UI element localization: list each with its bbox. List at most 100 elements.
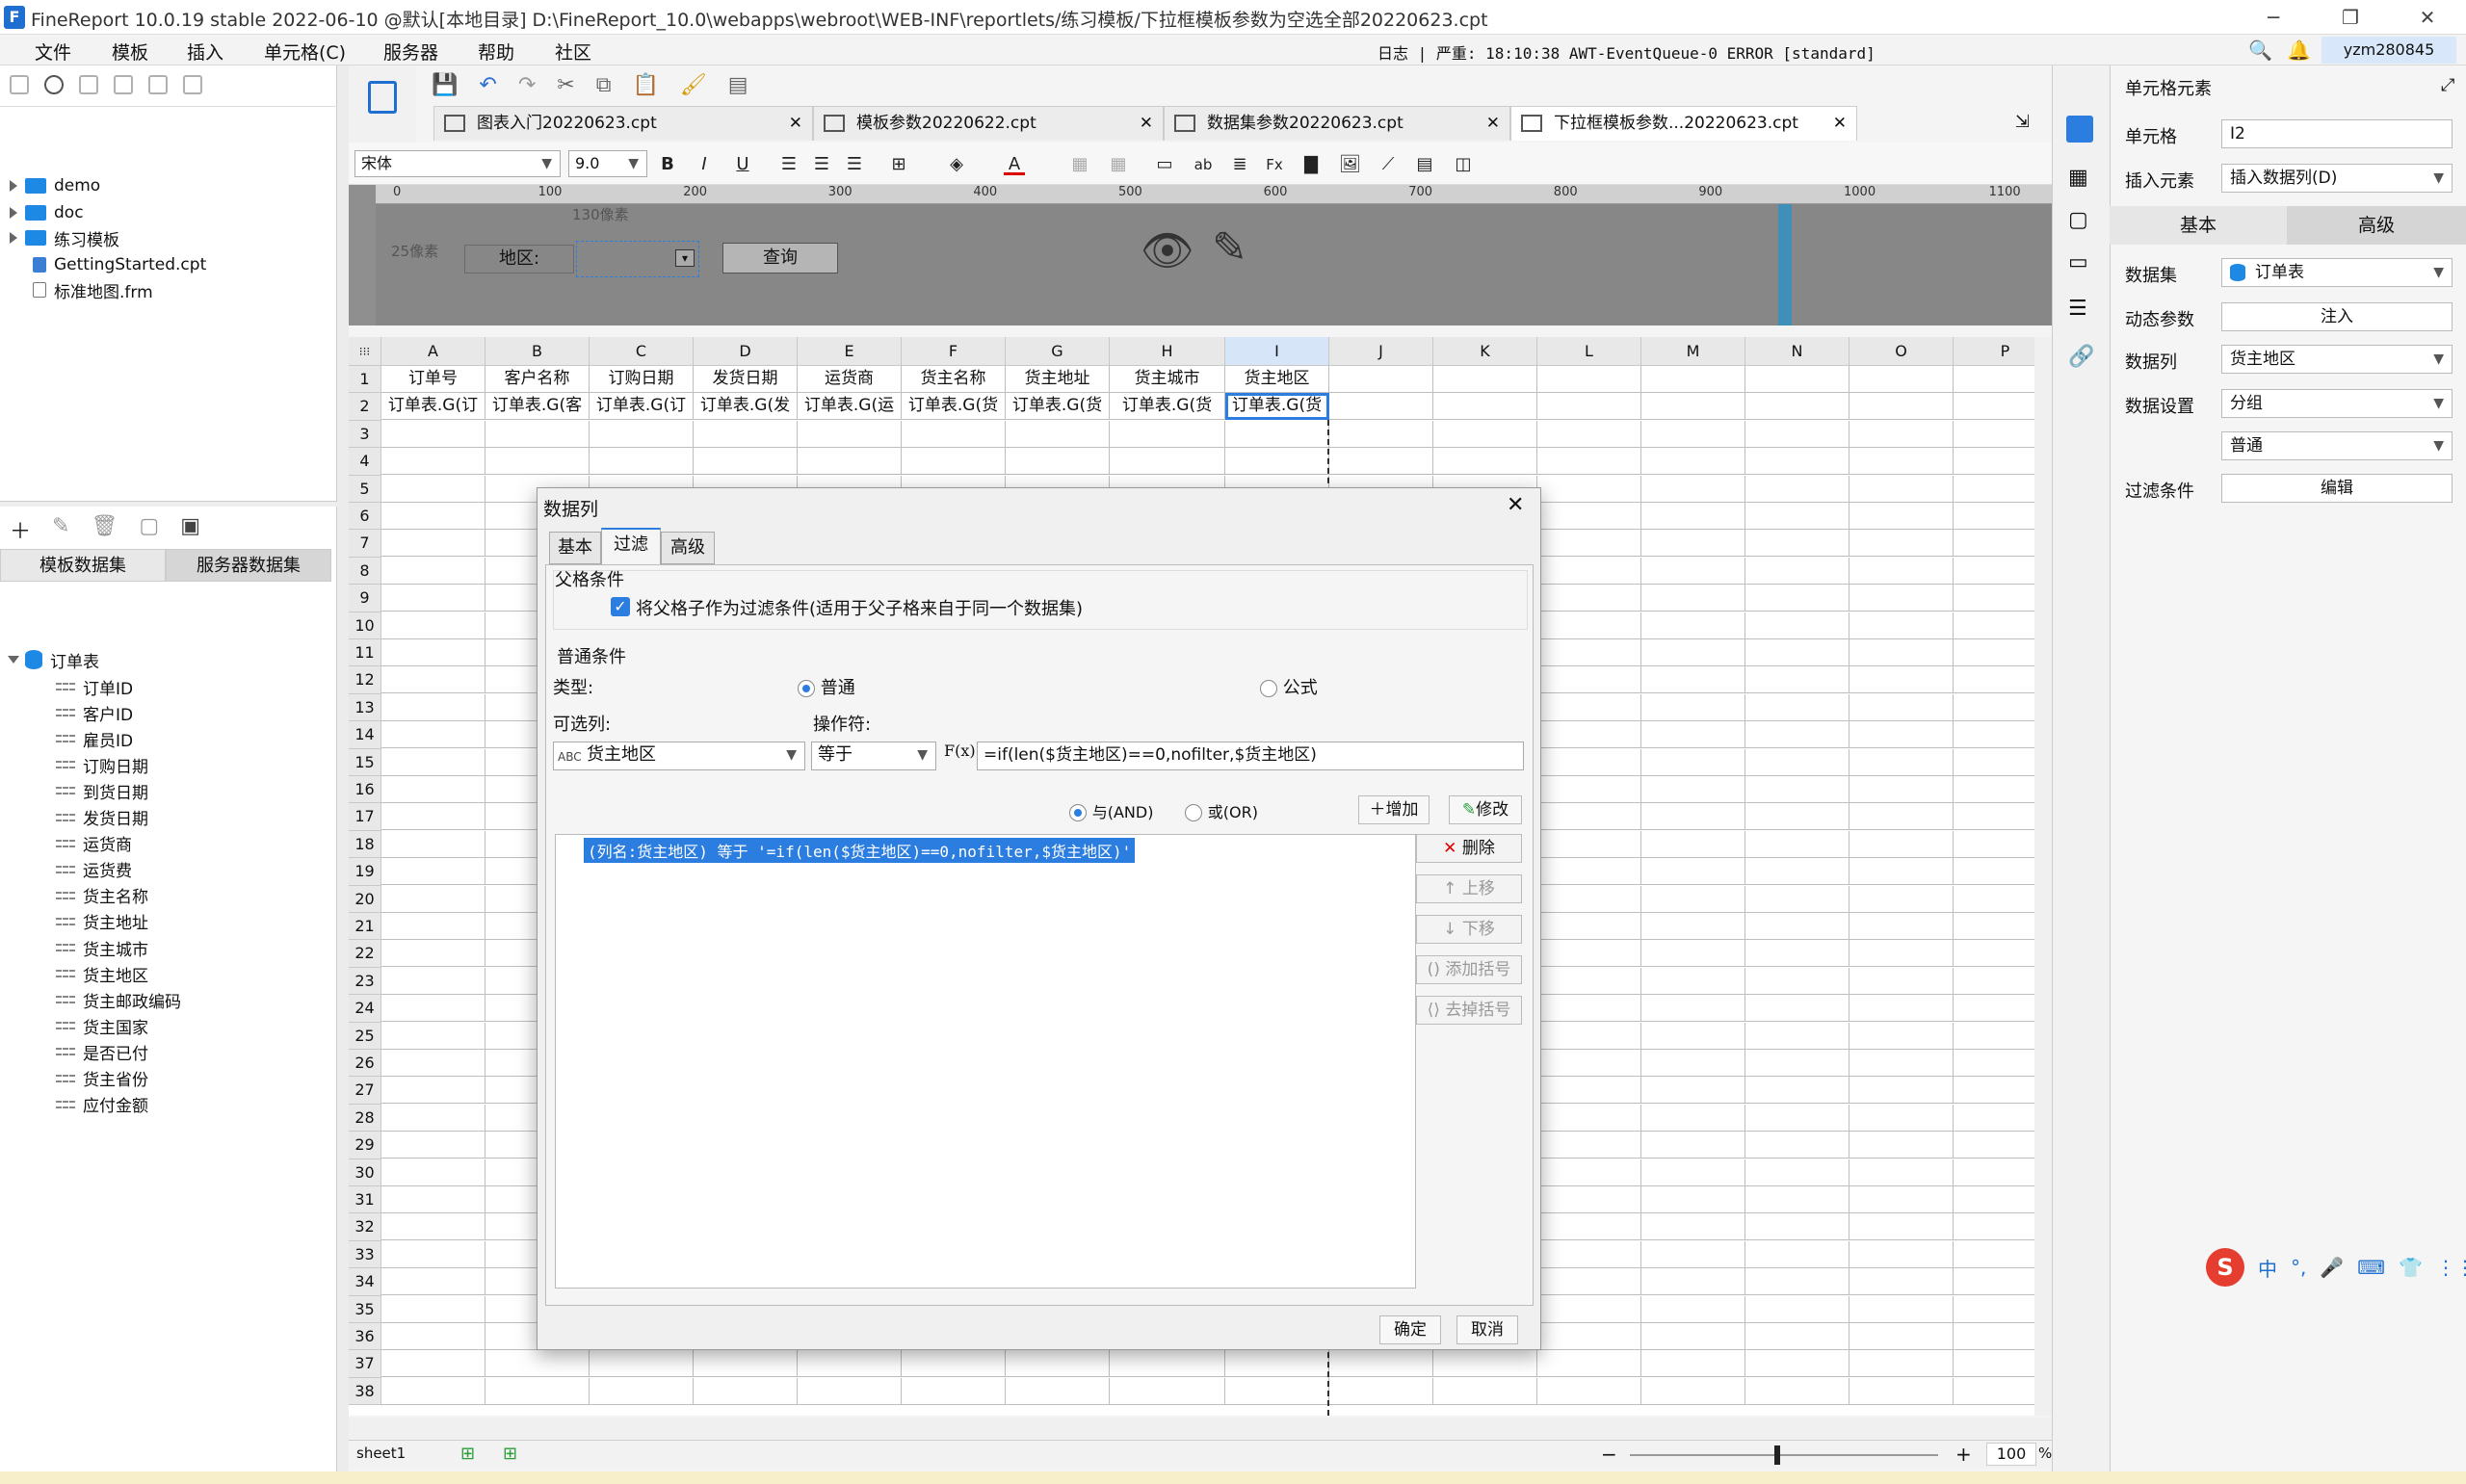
row-header[interactable]: 38: [349, 1377, 381, 1406]
dataset-node[interactable]: 订单表: [8, 647, 99, 672]
grid-cell[interactable]: 订单表.G(客: [485, 393, 590, 421]
delete-condition-button[interactable]: ✕ 删除: [1416, 834, 1522, 863]
grid-cell[interactable]: [1329, 1350, 1433, 1378]
row-header[interactable]: 30: [349, 1159, 381, 1186]
dataset-field[interactable]: 货主城市: [56, 935, 148, 960]
grid-cell[interactable]: [1537, 1077, 1641, 1105]
grid-cell[interactable]: [1745, 1077, 1850, 1105]
sql-icon[interactable]: ▣: [180, 514, 200, 545]
delete-icon[interactable]: [148, 75, 168, 94]
dataset-select[interactable]: 订单表 ▼: [2221, 258, 2453, 287]
grid-cell[interactable]: [1641, 639, 1745, 666]
grid-cell[interactable]: 订单表.G(运: [798, 393, 902, 421]
grid-cell[interactable]: [1537, 967, 1641, 995]
grid-cell[interactable]: [381, 803, 485, 831]
grid-cell[interactable]: [1537, 639, 1641, 666]
grid-cell[interactable]: [1850, 1022, 1954, 1050]
dialog-tab-filter[interactable]: 过滤: [601, 528, 661, 564]
tree-file-map[interactable]: 标准地图.frm: [33, 277, 153, 302]
data-setting-mode-select[interactable]: 普通 ▼: [2221, 431, 2453, 460]
move-up-button[interactable]: ↑ 上移: [1416, 874, 1522, 903]
grid-cell[interactable]: [1641, 448, 1745, 476]
grid-cell[interactable]: [381, 913, 485, 940]
grid-cell[interactable]: [1641, 1104, 1745, 1132]
grid-cell[interactable]: [1641, 585, 1745, 612]
grid-cell[interactable]: [1329, 1377, 1433, 1405]
grid-cell[interactable]: [1745, 393, 1850, 421]
grid-cell[interactable]: [1641, 1022, 1745, 1050]
grid-cell[interactable]: [1537, 475, 1641, 503]
modify-condition-button[interactable]: ✎修改: [1449, 795, 1522, 824]
grid-cell[interactable]: [1850, 1377, 1954, 1405]
underline-icon[interactable]: U: [732, 154, 753, 175]
grid-cell[interactable]: 客户名称: [485, 366, 590, 393]
grid-cell[interactable]: [1110, 448, 1225, 476]
grid-cell[interactable]: [1850, 1240, 1954, 1268]
grid-cell[interactable]: [1006, 420, 1110, 448]
row-header[interactable]: 6: [349, 503, 381, 531]
grid-cell[interactable]: [381, 448, 485, 476]
grid-cell[interactable]: [381, 1213, 485, 1241]
grid-cell[interactable]: [1850, 612, 1954, 639]
subreport-icon[interactable]: ▤: [1414, 154, 1435, 175]
grid-cell[interactable]: [1329, 366, 1433, 393]
grid-cell[interactable]: [1850, 366, 1954, 393]
dataset-field[interactable]: 货主名称: [56, 883, 148, 908]
grid-cell[interactable]: [694, 1377, 798, 1405]
grid-cell[interactable]: [1641, 858, 1745, 886]
grid-cell[interactable]: [1745, 1050, 1850, 1077]
cell-frame-icon[interactable]: ◫: [1453, 154, 1474, 175]
italic-icon[interactable]: I: [694, 154, 715, 175]
grid-cell[interactable]: [1433, 366, 1537, 393]
sheet-tab[interactable]: sheet1: [356, 1445, 406, 1462]
grid-cell[interactable]: [1537, 1377, 1641, 1405]
add-bracket-button[interactable]: () 添加括号: [1416, 955, 1522, 984]
grid-cell[interactable]: [1537, 803, 1641, 831]
grid-cell[interactable]: 发货日期: [694, 366, 798, 393]
grid-cell[interactable]: [381, 748, 485, 776]
grid-cell[interactable]: [1329, 420, 1433, 448]
radio-normal[interactable]: [798, 680, 815, 697]
font-size-select[interactable]: 9.0 ▼: [568, 150, 647, 177]
grid-cell[interactable]: [1537, 530, 1641, 558]
grid-cell[interactable]: [1537, 448, 1641, 476]
data-setting-select[interactable]: 分组 ▼: [2221, 389, 2453, 418]
insert-element-select[interactable]: 插入数据列(D) ▼: [2221, 164, 2453, 193]
row-header[interactable]: 14: [349, 721, 381, 749]
grid-cell[interactable]: [1745, 1159, 1850, 1186]
or-option[interactable]: 或(OR): [1185, 799, 1258, 822]
column-header[interactable]: K: [1433, 337, 1537, 366]
grid-cell[interactable]: [1641, 940, 1745, 968]
grid-cell[interactable]: [381, 858, 485, 886]
zoom-slider[interactable]: [1630, 1454, 1938, 1456]
menu-help[interactable]: 帮助: [478, 39, 514, 65]
menu-template[interactable]: 模板: [112, 39, 148, 65]
grid-cell[interactable]: [1745, 448, 1850, 476]
grid-cell[interactable]: [1537, 1268, 1641, 1296]
float-element-icon[interactable]: ▢: [2068, 208, 2088, 232]
grid-cell[interactable]: [902, 1350, 1006, 1378]
grid-cell[interactable]: [1745, 913, 1850, 940]
grid-cell[interactable]: [485, 420, 590, 448]
align-center-icon[interactable]: ☰: [811, 154, 832, 175]
grid-cell[interactable]: [1745, 503, 1850, 530]
grid-cell[interactable]: [1110, 1377, 1225, 1405]
grid-cell[interactable]: [1641, 913, 1745, 940]
new-folder-icon[interactable]: [10, 75, 29, 94]
open-icon[interactable]: [79, 75, 98, 94]
zoom-out-icon[interactable]: −: [1601, 1443, 1617, 1466]
cell-field[interactable]: I2: [2221, 119, 2453, 148]
dataset-field[interactable]: 货主地址: [56, 909, 148, 934]
grid-cell[interactable]: [1745, 1132, 1850, 1159]
grid-cell[interactable]: [381, 1104, 485, 1132]
grid-cell[interactable]: [1433, 448, 1537, 476]
grid-cell[interactable]: [1006, 1350, 1110, 1378]
grid-cell[interactable]: 货主名称: [902, 366, 1006, 393]
grid-cell[interactable]: [1850, 666, 1954, 694]
grid-cell[interactable]: [1850, 995, 1954, 1023]
grid-cell[interactable]: 订单表.G(货: [1110, 393, 1225, 421]
radio-formula[interactable]: [1260, 680, 1277, 697]
format-painter-icon[interactable]: 🖌: [680, 73, 707, 97]
tree-folder-practice[interactable]: 练习模板: [10, 225, 119, 250]
menu-insert[interactable]: 插入: [187, 39, 223, 65]
